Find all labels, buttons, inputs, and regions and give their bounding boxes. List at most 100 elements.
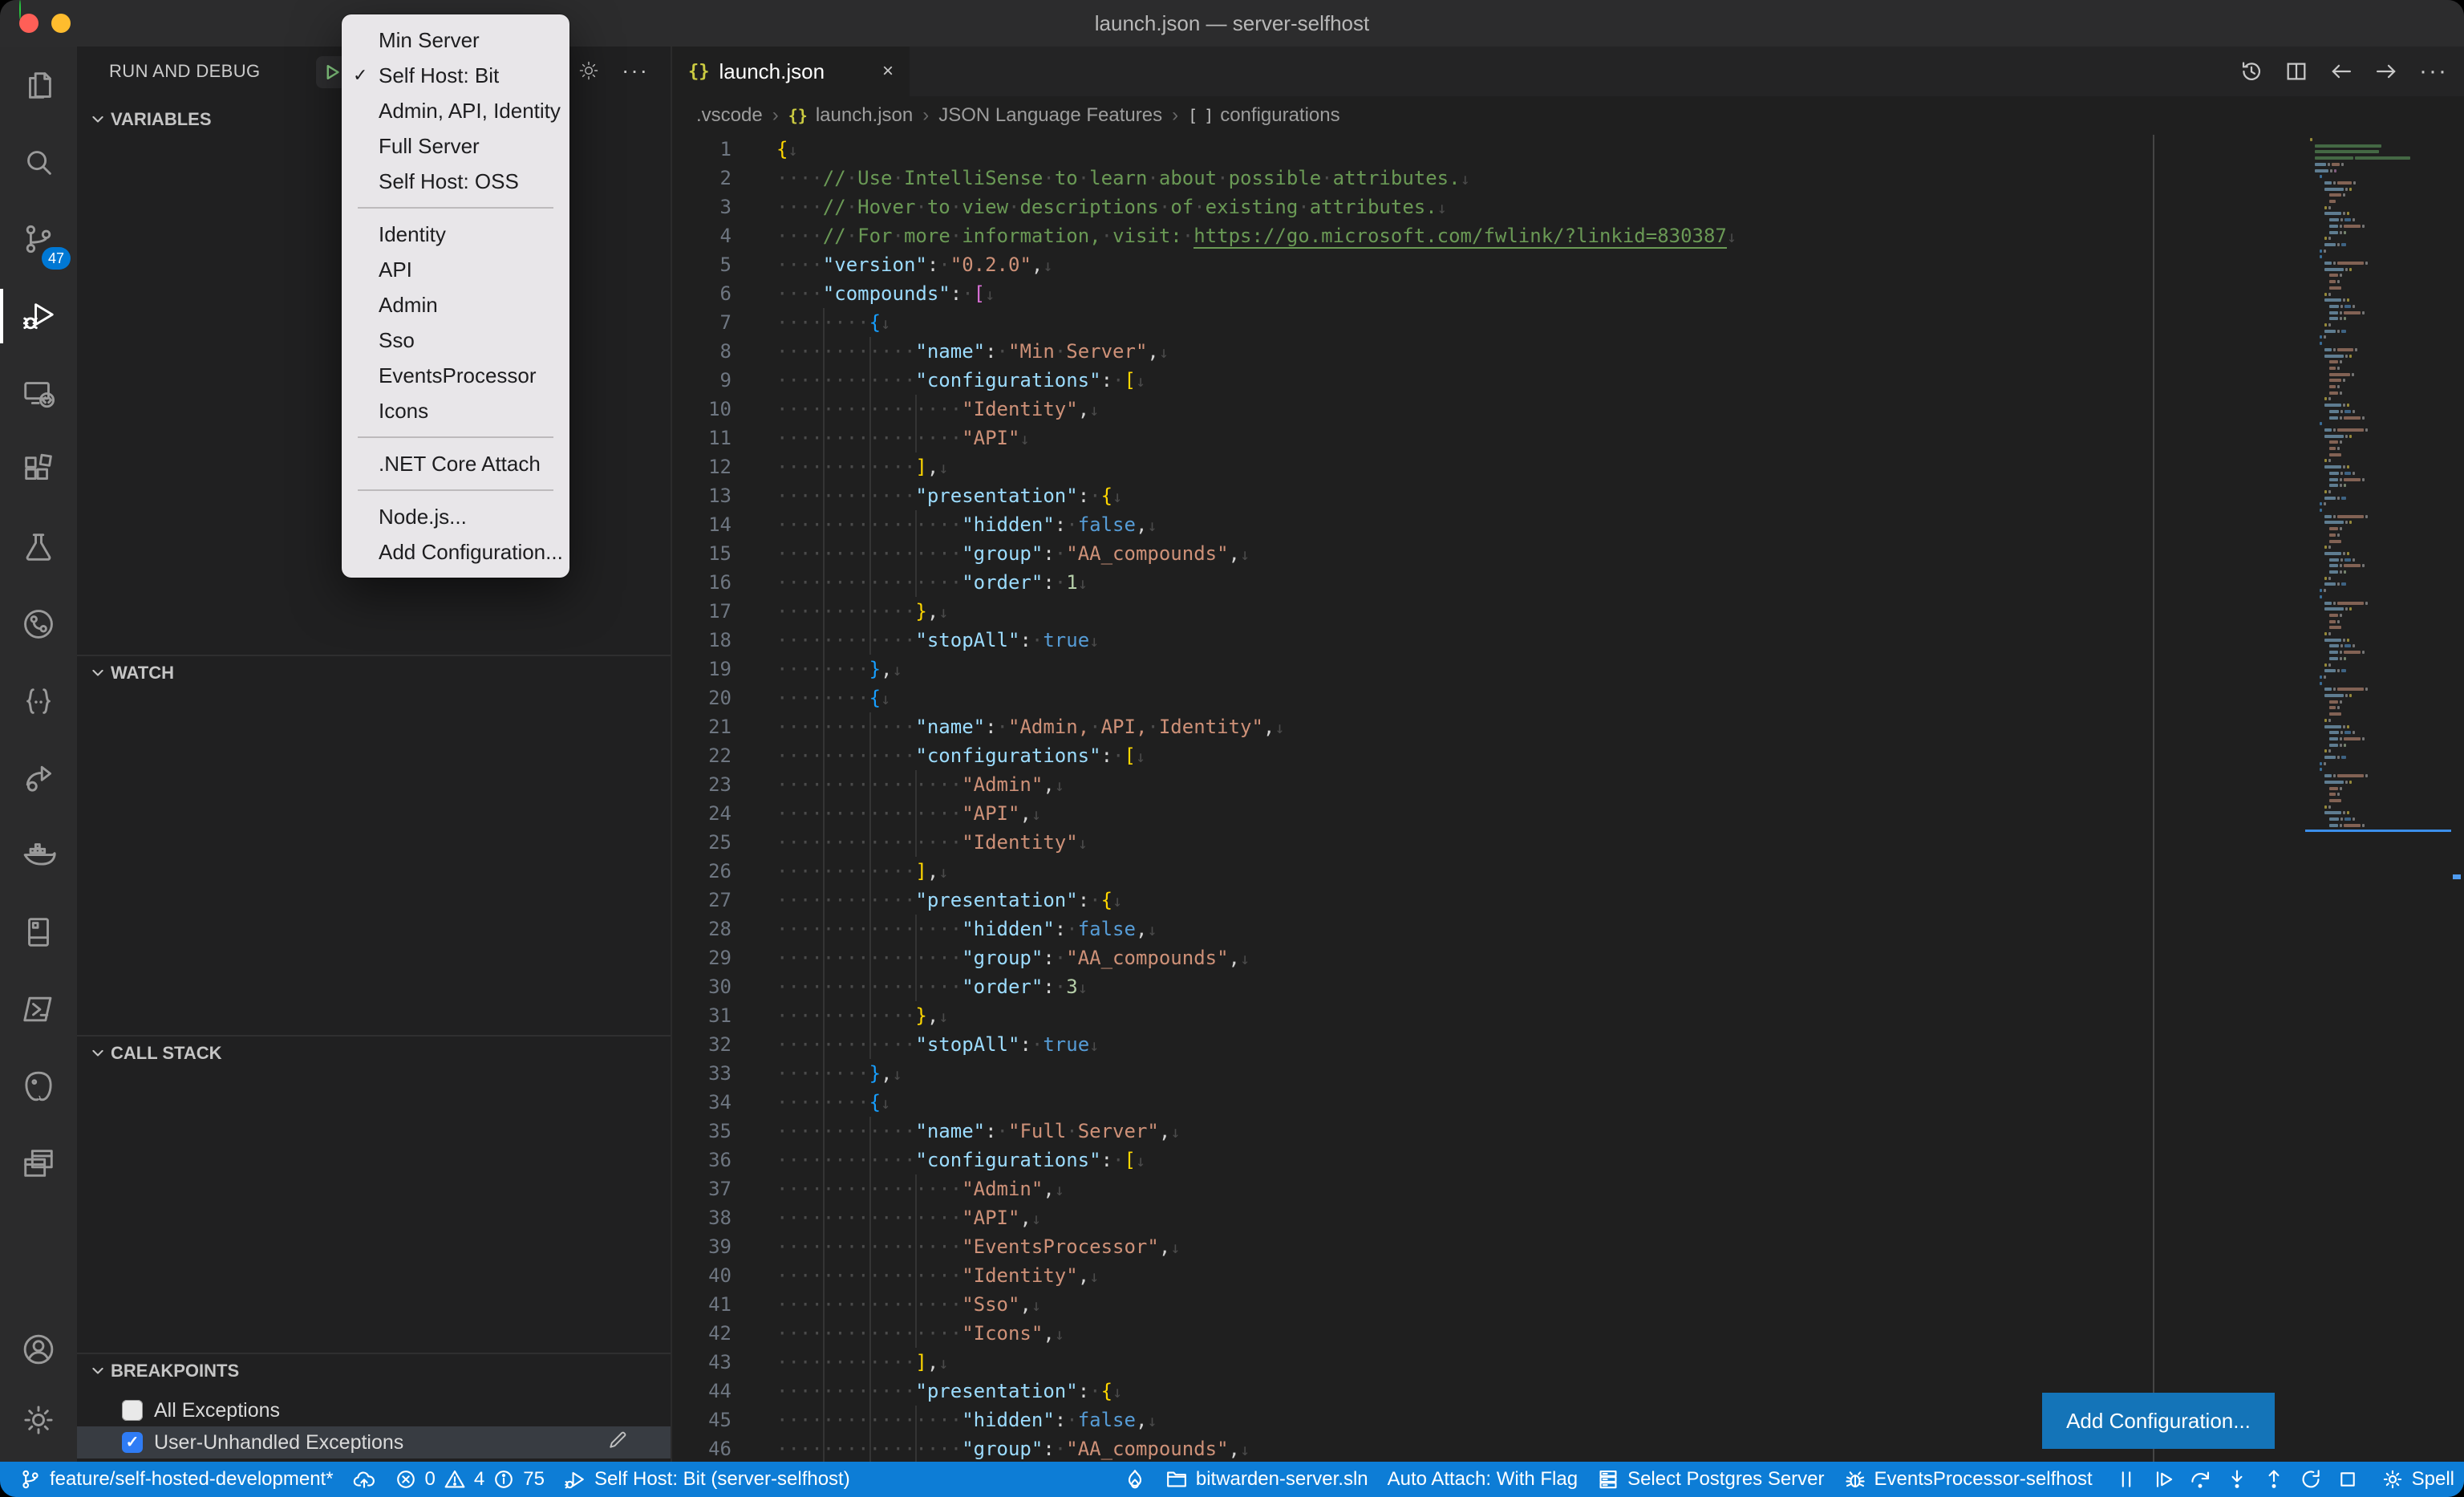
status-item-git-branch[interactable]: feature/self-hosted-development* [10, 1462, 343, 1497]
code-line[interactable]: 19········},↓ [672, 655, 2304, 684]
status-item-auto-attach[interactable]: Auto Attach: With Flag [1378, 1462, 1587, 1497]
code-line[interactable]: 11················"API"↓ [672, 424, 2304, 452]
debug-pause-icon[interactable] [2115, 1468, 2138, 1491]
activity-bar-item-run-and-debug[interactable] [0, 278, 77, 355]
activity-bar-item-docker[interactable] [0, 817, 77, 894]
code-line[interactable]: 20········{↓ [672, 684, 2304, 712]
menu-item-min-server[interactable]: Min Server [342, 22, 569, 58]
overview-ruler[interactable] [2451, 135, 2464, 1462]
go-back-icon[interactable] [2329, 59, 2353, 83]
code-line[interactable]: 42················"Icons",↓ [672, 1319, 2304, 1348]
activity-bar-item-git-graph[interactable] [0, 586, 77, 663]
code-line[interactable]: 27············"presentation":·{↓ [672, 886, 2304, 915]
minimize-window-button[interactable] [51, 14, 71, 33]
debug-step-into-icon[interactable] [2226, 1468, 2248, 1491]
code-line[interactable]: 5····"version":·"0.2.0",↓ [672, 250, 2304, 279]
menu-item--net-core-attach[interactable]: .NET Core Attach [342, 446, 569, 481]
code-line[interactable]: 1{↓ [672, 135, 2304, 164]
checkbox-unchecked[interactable] [122, 1400, 143, 1421]
status-item-solution[interactable]: bitwarden-server.sln [1156, 1462, 1378, 1497]
activity-bar-item-live-share[interactable] [0, 740, 77, 817]
activity-bar-item-dev-container[interactable] [0, 894, 77, 971]
debug-continue-icon[interactable] [2152, 1468, 2174, 1491]
menu-item-api[interactable]: API [342, 252, 569, 287]
go-forward-icon[interactable] [2374, 59, 2398, 83]
code-line[interactable]: 37················"Admin",↓ [672, 1174, 2304, 1203]
menu-item-admin[interactable]: Admin [342, 287, 569, 323]
code-line[interactable]: 12············],↓ [672, 452, 2304, 481]
activity-bar-item-testing[interactable] [0, 509, 77, 586]
debug-restart-icon[interactable] [2300, 1468, 2322, 1491]
activity-bar-item-extensions[interactable] [0, 432, 77, 509]
open-timeline-icon[interactable] [2239, 59, 2263, 83]
minimap[interactable] [2305, 135, 2451, 1462]
code-line[interactable]: 16················"order":·1↓ [672, 568, 2304, 597]
breadcrumb-item[interactable]: {}launch.json [788, 104, 914, 127]
code-line[interactable]: 10················"Identity",↓ [672, 395, 2304, 424]
views-more-actions-icon[interactable]: ··· [622, 58, 648, 83]
activity-bar-item-accounts[interactable] [0, 1314, 77, 1385]
code-line[interactable]: 30················"order":·3↓ [672, 972, 2304, 1001]
code-line[interactable]: 9············"configurations":·[↓ [672, 366, 2304, 395]
code-line[interactable]: 18············"stopAll":·true↓ [672, 626, 2304, 655]
code-line[interactable]: 6····"compounds":·[↓ [672, 279, 2304, 308]
menu-item-icons[interactable]: Icons [342, 393, 569, 428]
breadcrumb-item[interactable]: .vscode [696, 104, 763, 127]
code-line[interactable]: 32············"stopAll":·true↓ [672, 1030, 2304, 1059]
code-line[interactable]: 22············"configurations":·[↓ [672, 741, 2304, 770]
status-item-debug-session[interactable]: EventsProcessor-selfhost [1834, 1462, 2102, 1497]
code-line[interactable]: 24················"API",↓ [672, 799, 2304, 828]
code-line[interactable]: 3····//·Hover·to·view·descriptions·of·ex… [672, 193, 2304, 221]
breadcrumb-item[interactable]: [ ]configurations [1188, 104, 1340, 127]
activity-bar-item-braces-extension[interactable] [0, 663, 77, 740]
code-line[interactable]: 13············"presentation":·{↓ [672, 481, 2304, 510]
activity-bar-item-manage-settings[interactable] [0, 1385, 77, 1455]
code-line[interactable]: 17············},↓ [672, 597, 2304, 626]
menu-item-identity[interactable]: Identity [342, 217, 569, 252]
more-actions-icon[interactable]: ··· [2419, 58, 2448, 85]
debug-step-over-icon[interactable] [2189, 1468, 2211, 1491]
code-line[interactable]: 7········{↓ [672, 308, 2304, 337]
code-line[interactable]: 28················"hidden":·false,↓ [672, 915, 2304, 943]
section-header-watch[interactable]: WATCH [77, 656, 671, 690]
activity-bar-item-explorer[interactable] [0, 47, 77, 124]
status-item-problems[interactable]: 0475 [385, 1462, 554, 1497]
checkbox-checked[interactable]: ✓ [122, 1432, 143, 1453]
add-configuration-button[interactable]: Add Configuration... [2042, 1393, 2275, 1449]
code-editor[interactable]: 1{↓2····//·Use·IntelliSense·to·learn·abo… [672, 135, 2464, 1462]
menu-item-sso[interactable]: Sso [342, 323, 569, 358]
debug-step-out-icon[interactable] [2263, 1468, 2285, 1491]
menu-item-add-configuration-[interactable]: Add Configuration... [342, 534, 569, 570]
menu-item-admin-api-identity[interactable]: Admin, API, Identity [342, 93, 569, 128]
menu-item-node-js-[interactable]: Node.js... [342, 499, 569, 534]
zoom-window-button[interactable] [19, 0, 21, 19]
split-editor-icon[interactable] [2284, 59, 2308, 83]
debug-stop-icon[interactable] [2336, 1468, 2359, 1491]
activity-bar-item-powershell[interactable] [0, 971, 77, 1048]
section-header-breakpoints[interactable]: BREAKPOINTS [77, 1354, 671, 1388]
code-line[interactable]: 39················"EventsProcessor",↓ [672, 1232, 2304, 1261]
activity-bar-item-window-layout[interactable] [0, 1125, 77, 1202]
menu-item-eventsprocessor[interactable]: EventsProcessor [342, 358, 569, 393]
code-line[interactable]: 31············},↓ [672, 1001, 2304, 1030]
code-line[interactable]: 43············],↓ [672, 1348, 2304, 1377]
code-line[interactable]: 15················"group":·"AA_compounds… [672, 539, 2304, 568]
close-tab-icon[interactable]: × [882, 60, 894, 83]
breakpoint-row[interactable]: ✓User-Unhandled Exceptions [77, 1426, 671, 1458]
menu-item-self-host-oss[interactable]: Self Host: OSS [342, 164, 569, 199]
menu-item-self-host-bit[interactable]: ✓Self Host: Bit [342, 58, 569, 93]
code-line[interactable]: 4····//·For·more·information,·visit:·htt… [672, 221, 2304, 250]
code-line[interactable]: 26············],↓ [672, 857, 2304, 886]
code-line[interactable]: 23················"Admin",↓ [672, 770, 2304, 799]
code-line[interactable]: 25················"Identity"↓ [672, 828, 2304, 857]
menu-item-full-server[interactable]: Full Server [342, 128, 569, 164]
tab-launch-json[interactable]: {} launch.json × [672, 47, 910, 96]
code-line[interactable]: 34········{↓ [672, 1088, 2304, 1117]
breakpoint-row[interactable]: All Exceptions [77, 1394, 671, 1426]
code-line[interactable]: 2····//·Use·IntelliSense·to·learn·about·… [672, 164, 2304, 193]
status-item-debug-target[interactable]: Self Host: Bit (server-selfhost) [554, 1462, 860, 1497]
activity-bar-item-postgresql[interactable] [0, 1048, 77, 1125]
status-item-spell-checker[interactable]: Spell [2372, 1462, 2464, 1497]
breadcrumb-item[interactable]: JSON Language Features [938, 104, 1162, 127]
code-line[interactable]: 33········},↓ [672, 1059, 2304, 1088]
